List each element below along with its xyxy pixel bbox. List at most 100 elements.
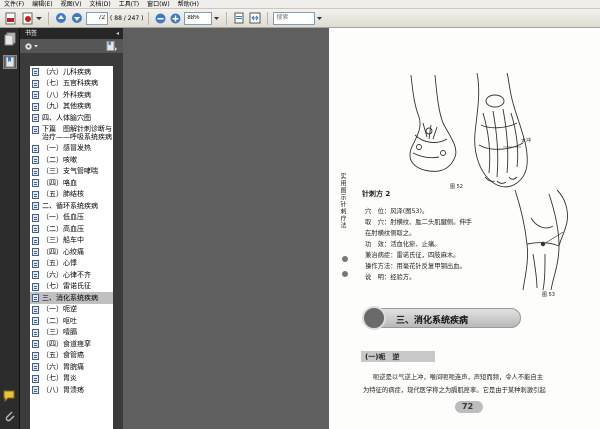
page-number: 72 bbox=[462, 402, 474, 411]
bookmark-page-icon bbox=[32, 179, 39, 188]
bookmark-item[interactable]: （三）噎膈 bbox=[30, 327, 113, 339]
method-line: 功 效：活血化瘀、止痛。 bbox=[365, 241, 441, 248]
bookmark-item[interactable]: （四）心绞痛 bbox=[30, 246, 113, 258]
method-line: 取 穴：肘横纹、肱二头肌腱侧。伸手 bbox=[365, 219, 473, 226]
bookmark-item[interactable]: （二）咳嗽 bbox=[30, 154, 113, 166]
bookmark-item[interactable]: （三）支气管哮喘 bbox=[30, 166, 113, 178]
bookmark-item[interactable]: （二）高血压 bbox=[30, 223, 113, 235]
figure-annotation: 太冲 bbox=[521, 138, 532, 144]
document-viewport[interactable]: 太冲 图 52 实用图示针刺疗法 针刺方 2 穴 位：风泽(图53)。取 穴：肘… bbox=[123, 28, 600, 429]
section-banner: 三、消化系统疾病 bbox=[362, 306, 521, 330]
zoom-out-icon bbox=[155, 13, 166, 23]
bookmarks-gutter bbox=[20, 66, 30, 429]
bookmark-item[interactable]: （二）呕吐 bbox=[30, 315, 113, 327]
bookmark-item[interactable]: （五）肺结核 bbox=[30, 189, 113, 201]
bookmark-page-icon bbox=[32, 294, 39, 303]
bookmark-item[interactable]: （一）感冒发热 bbox=[30, 143, 113, 155]
bookmark-item[interactable]: 二、循环系统疾病 bbox=[30, 200, 113, 212]
create-pdf-icon bbox=[22, 12, 42, 24]
bookmark-label: （六）儿科疾病 bbox=[42, 67, 91, 76]
bookmark-label: （一）呃逆 bbox=[42, 305, 77, 314]
create-pdf-button[interactable] bbox=[21, 11, 43, 26]
pages-panel-button[interactable] bbox=[3, 32, 17, 46]
bookmark-item[interactable]: （九）其他疾病 bbox=[30, 101, 113, 113]
chevron-down-icon bbox=[317, 16, 323, 20]
bookmark-label: （五）心悸 bbox=[42, 259, 77, 268]
bookmark-item[interactable]: （六）心律不齐 bbox=[30, 269, 113, 281]
prev-page-button[interactable] bbox=[54, 11, 68, 26]
bookmark-label: （一）感冒发热 bbox=[42, 144, 91, 153]
options-button[interactable] bbox=[24, 42, 39, 51]
bookmark-item[interactable]: （一）低血压 bbox=[30, 212, 113, 224]
zoom-dropdown-button[interactable] bbox=[212, 11, 221, 26]
menu-item[interactable]: 窗口(W) bbox=[143, 0, 174, 8]
menu-item[interactable]: 工具(T) bbox=[115, 0, 143, 8]
pdf-page: 太冲 图 52 实用图示针刺疗法 针刺方 2 穴 位：风泽(图53)。取 穴：肘… bbox=[329, 28, 600, 429]
method-line: 在肘横纹侧取之。 bbox=[365, 230, 416, 237]
open-file-button[interactable] bbox=[3, 11, 19, 26]
menu-bar: 文件(F) 编辑(E) 视图(V) 文档(D) 工具(T) 窗口(W) 帮助(H) bbox=[0, 0, 600, 9]
subsection-heading-bg: (一)呃 逆 bbox=[361, 351, 435, 362]
arrow-up-icon bbox=[56, 13, 66, 23]
bookmark-item[interactable]: （四）咯血 bbox=[30, 177, 113, 189]
zoom-in-button[interactable] bbox=[169, 11, 182, 26]
menu-item[interactable]: 帮助(H) bbox=[174, 0, 203, 8]
pages-icon bbox=[4, 32, 16, 46]
bookmark-label: （六）心律不齐 bbox=[42, 270, 91, 279]
bookmark-item[interactable]: （三）船车中 bbox=[30, 235, 113, 247]
bookmark-label: （三）噎膈 bbox=[42, 328, 77, 337]
bookmark-label: （三）支气管哮喘 bbox=[42, 167, 98, 176]
bookmark-item[interactable]: （八）胃溃疡 bbox=[30, 384, 113, 396]
method-title: 针刺方 2 bbox=[362, 190, 391, 198]
bookmark-item[interactable]: （八）外科疾病 bbox=[30, 89, 113, 101]
fit-width-button[interactable] bbox=[248, 11, 262, 26]
zoom-out-button[interactable] bbox=[154, 11, 167, 26]
bookmark-page-icon bbox=[32, 305, 39, 314]
next-page-button[interactable] bbox=[70, 11, 84, 26]
panel-menu-icon[interactable]: ◂ bbox=[116, 28, 119, 39]
fit-page-button[interactable] bbox=[232, 11, 246, 26]
bookmarks-panel-header: 书签 ◂ bbox=[20, 28, 123, 39]
bookmark-label: （七）雷诺氏征 bbox=[42, 282, 91, 291]
bookmark-page-icon bbox=[32, 190, 39, 199]
search-input[interactable] bbox=[273, 11, 316, 25]
bookmark-item[interactable]: （六）胃脘痛 bbox=[30, 361, 113, 373]
toolbar: ( 88 / 247 ) bbox=[0, 9, 600, 28]
bookmark-item[interactable]: （七）雷诺氏征 bbox=[30, 281, 113, 293]
bookmarks-panel-button[interactable] bbox=[3, 55, 17, 69]
bookmark-label: （一）低血压 bbox=[42, 213, 84, 222]
bookmark-label: 三、消化系统疾病 bbox=[42, 293, 98, 302]
bookmark-page-icon bbox=[32, 156, 39, 165]
comments-panel-button[interactable] bbox=[3, 389, 17, 403]
bookmark-item[interactable]: （六）儿科疾病 bbox=[30, 66, 113, 78]
new-bookmark-button[interactable] bbox=[106, 41, 117, 53]
bookmark-item[interactable]: 四、人体腧穴图 bbox=[30, 112, 113, 124]
bookmark-item[interactable]: （四）食道痉挛 bbox=[30, 338, 113, 350]
bookmark-item[interactable]: （五）食管癌 bbox=[30, 350, 113, 362]
bookmark-page-icon bbox=[32, 144, 39, 153]
subsection-heading: (一)呃 逆 bbox=[365, 353, 400, 361]
method-line: 操作方法：用毫花针反复甲钢出血。 bbox=[365, 263, 466, 270]
bookmark-page-icon bbox=[32, 363, 39, 372]
bookmark-item[interactable]: 三、消化系统疾病 bbox=[30, 292, 113, 304]
decorative-marker bbox=[342, 256, 348, 277]
page-number-input[interactable] bbox=[86, 11, 108, 25]
menu-item[interactable]: 文档(D) bbox=[85, 0, 114, 8]
bookmarks-panel-title: 书签 bbox=[25, 30, 38, 37]
bookmark-item[interactable]: （七）胃炎 bbox=[30, 373, 113, 385]
menu-item[interactable]: 视图(V) bbox=[57, 0, 86, 8]
menu-item[interactable]: 文件(F) bbox=[0, 0, 28, 8]
bookmark-item[interactable]: （五）心悸 bbox=[30, 258, 113, 270]
bookmark-item[interactable]: （七）五官科疾病 bbox=[30, 78, 113, 90]
menu-item[interactable]: 编辑(E) bbox=[28, 0, 56, 8]
bookmark-page-icon bbox=[32, 202, 39, 211]
attachments-panel-button[interactable] bbox=[3, 409, 17, 423]
search-dropdown-button[interactable] bbox=[315, 11, 324, 26]
bookmark-page-icon bbox=[32, 259, 39, 268]
bookmark-label: （六）胃脘痛 bbox=[42, 362, 84, 371]
zoom-input[interactable] bbox=[184, 11, 213, 25]
bookmark-item[interactable]: （一）呃逆 bbox=[30, 304, 113, 316]
method-line: 穴 位：风泽(图53)。 bbox=[365, 208, 429, 215]
bookmark-label: （四）咯血 bbox=[42, 178, 77, 187]
bookmark-item[interactable]: 下篇 图解针刺诊断与治疗——呼吸系统疾病 bbox=[30, 124, 113, 143]
